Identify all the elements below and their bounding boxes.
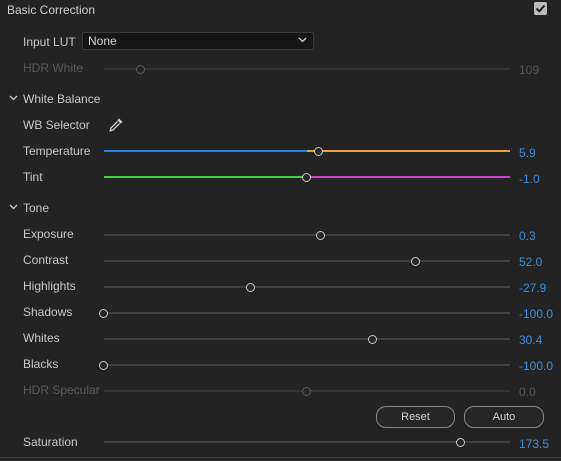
exposure-value[interactable]: 0.3: [519, 229, 536, 243]
chevron-down-icon[interactable]: [9, 95, 18, 101]
blacks-thumb[interactable]: [99, 360, 108, 370]
eyedropper-icon[interactable]: [108, 117, 124, 133]
tint-green-segment: [104, 176, 307, 178]
saturation-slider[interactable]: [104, 437, 510, 447]
contrast-label: Contrast: [23, 253, 69, 267]
whites-thumb[interactable]: [367, 334, 377, 344]
contrast-thumb[interactable]: [410, 256, 420, 266]
hdr-specular-value[interactable]: 0.0: [519, 385, 536, 399]
input-lut-dropdown[interactable]: None: [82, 32, 314, 50]
hdr-white-value[interactable]: 109: [519, 63, 539, 77]
tint-slider[interactable]: [104, 172, 510, 182]
temperature-thumb[interactable]: [314, 146, 324, 156]
chevron-down-icon[interactable]: [9, 204, 18, 210]
contrast-slider[interactable]: [104, 256, 510, 266]
tint-label: Tint: [23, 170, 43, 184]
wb-selector-label: WB Selector: [23, 118, 90, 132]
contrast-value[interactable]: 52.0: [519, 255, 542, 269]
highlights-value[interactable]: -27.9: [519, 281, 546, 295]
temperature-label: Temperature: [23, 144, 91, 158]
blacks-value[interactable]: -100.0: [519, 359, 553, 373]
auto-button[interactable]: Auto: [464, 406, 544, 428]
hdr-white-thumb[interactable]: [135, 64, 145, 74]
white-balance-section-label[interactable]: White Balance: [23, 92, 100, 106]
basic-correction-panel: Basic Correction Input LUT None HDR Whit…: [0, 0, 561, 461]
temperature-cool-segment: [104, 150, 307, 152]
temperature-warm-segment: [307, 150, 510, 152]
hdr-specular-slider[interactable]: [104, 386, 510, 396]
hdr-white-slider[interactable]: [104, 64, 510, 74]
blacks-label: Blacks: [23, 357, 59, 371]
input-lut-value: None: [88, 34, 117, 48]
whites-slider[interactable]: [104, 334, 510, 344]
highlights-label: Highlights: [23, 279, 76, 293]
chevron-down-icon: [298, 37, 307, 43]
shadows-slider[interactable]: [99, 308, 510, 318]
input-lut-label: Input LUT: [23, 35, 76, 49]
checkmark-icon: [535, 4, 546, 13]
section-title: Basic Correction: [7, 3, 96, 17]
saturation-label: Saturation: [23, 435, 78, 449]
tint-value[interactable]: -1.0: [519, 172, 540, 186]
enable-checkbox[interactable]: [534, 2, 547, 15]
temperature-slider[interactable]: [104, 146, 510, 156]
tint-magenta-segment: [307, 176, 510, 178]
hdr-white-label: HDR White: [23, 61, 84, 75]
shadows-value[interactable]: -100.0: [519, 307, 553, 321]
tone-section-label[interactable]: Tone: [23, 201, 49, 215]
panel-divider: [0, 457, 561, 458]
whites-label: Whites: [23, 331, 60, 345]
reset-button[interactable]: Reset: [376, 406, 455, 428]
shadows-label: Shadows: [23, 305, 73, 319]
saturation-value[interactable]: 173.5: [519, 437, 549, 451]
temperature-value[interactable]: 5.9: [519, 146, 536, 160]
highlights-thumb[interactable]: [245, 282, 255, 292]
hdr-specular-thumb[interactable]: [302, 386, 311, 396]
tint-thumb[interactable]: [301, 172, 311, 182]
blacks-slider[interactable]: [99, 360, 510, 370]
exposure-label: Exposure: [23, 227, 74, 241]
whites-value[interactable]: 30.4: [519, 333, 542, 347]
saturation-thumb[interactable]: [456, 437, 466, 447]
exposure-thumb[interactable]: [316, 230, 326, 240]
highlights-slider[interactable]: [104, 282, 510, 292]
shadows-thumb[interactable]: [99, 308, 108, 318]
exposure-slider[interactable]: [104, 230, 510, 240]
hdr-specular-label: HDR Specular: [23, 383, 100, 397]
